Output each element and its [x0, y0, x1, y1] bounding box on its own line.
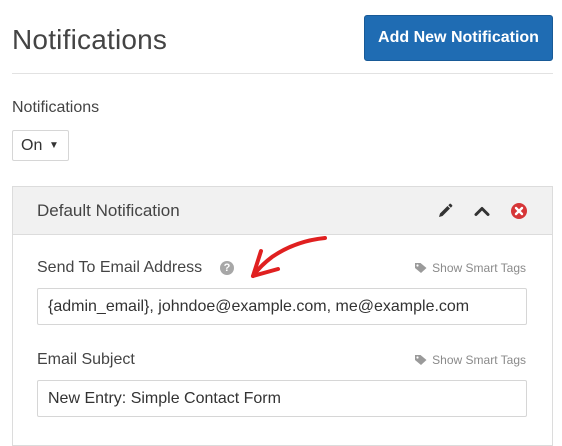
show-smart-tags-link[interactable]: Show Smart Tags — [414, 260, 526, 276]
header-divider — [12, 73, 553, 74]
tag-icon — [414, 262, 428, 274]
email-subject-label: Email Subject — [37, 351, 135, 368]
show-smart-tags-link[interactable]: Show Smart Tags — [414, 352, 526, 368]
email-subject-input[interactable] — [37, 380, 527, 417]
notifications-toggle-label: Notifications — [12, 99, 100, 116]
chevron-up-icon[interactable] — [472, 201, 492, 221]
notification-panel-title: Default Notification — [37, 201, 180, 220]
pencil-icon[interactable] — [435, 201, 455, 221]
email-address-label: Send To Email Address — [37, 259, 203, 276]
notification-panel-header[interactable]: Default Notification — [13, 187, 552, 235]
close-circle-icon[interactable] — [509, 201, 529, 221]
notification-panel: Default Notification Send To Email Addre… — [12, 186, 553, 446]
notifications-select-value: On — [21, 136, 43, 154]
notifications-select[interactable]: On ▼ — [12, 130, 69, 161]
email-address-input[interactable] — [37, 288, 527, 325]
help-question-icon[interactable]: ? — [220, 261, 234, 275]
tag-icon — [414, 354, 428, 366]
show-smart-tags-label: Show Smart Tags — [432, 353, 526, 367]
dropdown-caret-icon: ▼ — [49, 140, 59, 151]
add-new-notification-button[interactable]: Add New Notification — [364, 15, 553, 61]
show-smart-tags-label: Show Smart Tags — [432, 261, 526, 275]
page-title: Notifications — [12, 24, 168, 55]
